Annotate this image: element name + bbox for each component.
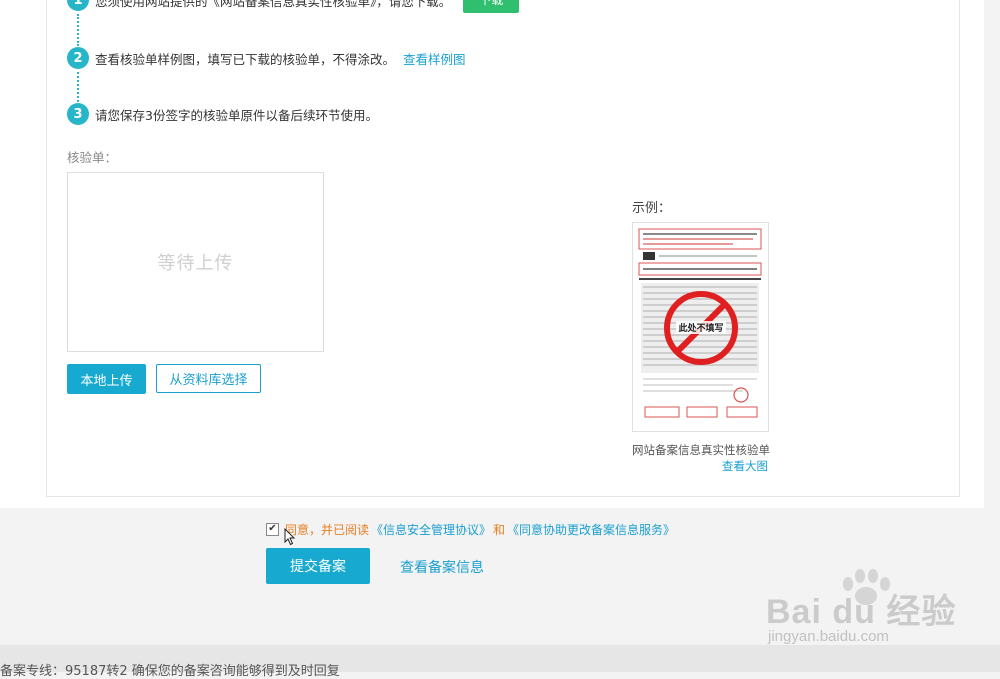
local-upload-button[interactable]: 本地上传	[67, 364, 146, 394]
watermark-url: jingyan.baidu.com	[768, 628, 889, 645]
agreement-joiner: 和	[493, 522, 506, 537]
step-2-text: 查看核验单样例图，填写已下载的核验单，不得涂改。	[95, 51, 396, 67]
security-agreement-link[interactable]: 《信息安全管理协议》	[371, 521, 491, 538]
upload-placeholder: 等待上传	[157, 253, 234, 274]
example-document-icon: 此处不填写	[633, 223, 768, 431]
example-stamp-text: 此处不填写	[678, 322, 723, 334]
main-panel: 1 您须使用网站提供的《网站备案信息真实性核验单》，请您下载。 下载 2 查看核…	[0, 0, 984, 508]
example-label: 示例：	[632, 201, 672, 216]
example-caption: 网站备案信息真实性核验单	[632, 443, 770, 457]
step-connector	[77, 14, 79, 46]
step-3-number: 3	[67, 103, 89, 125]
upload-dropzone[interactable]: 等待上传	[67, 172, 324, 352]
agreement-prefix: 同意，并已阅读	[285, 522, 370, 537]
library-select-button[interactable]: 从资料库选择	[156, 364, 261, 393]
agreement-row: ✔ 同意，并已阅读 《信息安全管理协议》 和 《同意协助更改备案信息服务》	[266, 520, 677, 538]
agreement-checkbox[interactable]: ✔	[266, 522, 279, 536]
step-1-text: 您须使用网站提供的《网站备案信息真实性核验单》，请您下载。	[95, 0, 452, 9]
page: 1 您须使用网站提供的《网站备案信息真实性核验单》，请您下载。 下载 2 查看核…	[0, 0, 1000, 679]
view-filing-info-link[interactable]: 查看备案信息	[400, 557, 484, 577]
step-3: 3 请您保存3份签字的核验单原件以备后续环节使用。	[67, 102, 378, 126]
step-connector	[77, 72, 79, 102]
mouse-cursor-icon	[284, 528, 296, 546]
step-1-number: 1	[67, 0, 89, 11]
step-2: 2 查看核验单样例图，填写已下载的核验单，不得涂改。 查看样例图	[67, 46, 466, 70]
verification-form-label: 核验单：	[67, 150, 118, 165]
watermark-brand: Bai du 经验	[766, 593, 957, 631]
submit-filing-button[interactable]: 提交备案	[266, 548, 370, 584]
change-service-link[interactable]: 《同意协助更改备案信息服务》	[507, 521, 675, 538]
step-2-number: 2	[67, 47, 89, 69]
view-large-image-link[interactable]: 查看大图	[722, 458, 768, 474]
step-1: 1 您须使用网站提供的《网站备案信息真实性核验单》，请您下载。 下载	[67, 0, 520, 13]
step-3-text: 请您保存3份签字的核验单原件以备后续环节使用。	[95, 107, 378, 123]
example-document-image[interactable]: 此处不填写	[632, 222, 769, 432]
footer-hotline-text: 备案专线：95187转2 确保您的备案咨询能够得到及时回复	[0, 664, 340, 679]
baidu-jingyan-watermark: Bai du 经验 jingyan.baidu.com	[766, 569, 966, 650]
view-sample-link[interactable]: 查看样例图	[403, 49, 466, 68]
download-button[interactable]: 下载	[463, 0, 520, 13]
